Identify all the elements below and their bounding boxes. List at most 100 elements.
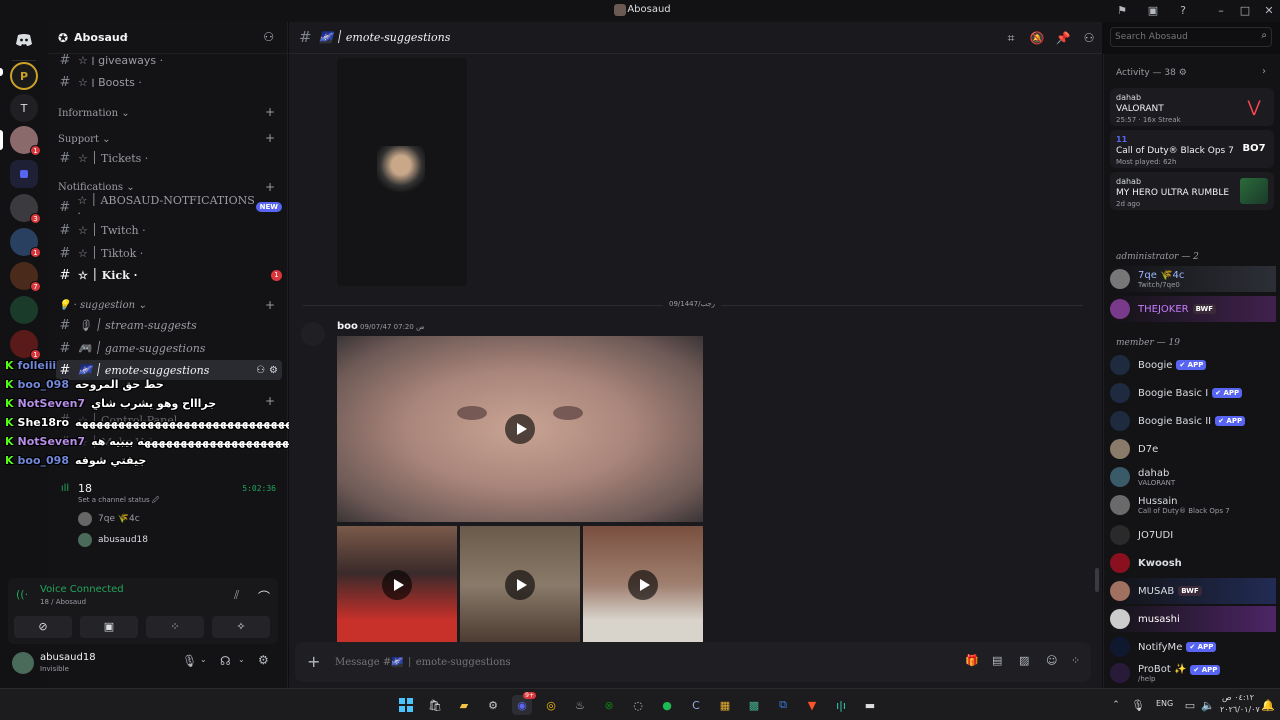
video-attachment[interactable] xyxy=(583,526,703,644)
app-c-icon[interactable]: C xyxy=(686,695,706,715)
category-suggestion[interactable]: 💡 · suggestion ⌄ xyxy=(58,300,147,311)
notifications-icon[interactable]: 🔔 xyxy=(1258,695,1278,715)
channel-tickets[interactable]: # ☆ ׀ Tickets · xyxy=(56,148,282,168)
brave-icon[interactable]: ▼ xyxy=(802,695,822,715)
microphone-icon[interactable]: 🎙 xyxy=(182,654,197,668)
avatar[interactable] xyxy=(301,322,325,346)
channel-kick[interactable]: # ☆ ׀ Kick · 1 xyxy=(56,265,282,285)
category-support[interactable]: Support ⌄ xyxy=(58,134,110,145)
store-icon[interactable]: 🛍 xyxy=(425,695,445,715)
server-8-icon[interactable]: 1 xyxy=(10,330,41,360)
member-item[interactable]: ProBot ✨ ✔ APP/help xyxy=(1110,660,1276,686)
channel-boosts[interactable]: # ☆ ׀ Boosts · xyxy=(56,72,282,92)
start-icon[interactable] xyxy=(396,695,416,715)
member-item[interactable]: MUSAB BWF xyxy=(1110,578,1276,604)
member-item[interactable]: D7e xyxy=(1110,436,1276,462)
member-item[interactable]: 7qe 🌾4c Twitch/7qe0 xyxy=(1110,266,1276,292)
soundboard-button[interactable]: ✧ xyxy=(212,616,270,638)
invite-icon[interactable]: ⚇ xyxy=(263,30,274,44)
search-input[interactable] xyxy=(1115,30,1255,44)
help-icon[interactable]: ? xyxy=(1176,4,1190,18)
chevron-down-icon[interactable]: ⌄ xyxy=(200,655,207,664)
category-information[interactable]: Information ⌄ xyxy=(58,108,130,119)
activities-button[interactable]: ⁘ xyxy=(146,616,204,638)
member-item[interactable]: NotifyMe ✔ APP xyxy=(1110,634,1276,660)
close-icon[interactable]: ✕ xyxy=(1262,4,1276,18)
voice-status[interactable]: Voice Connected xyxy=(40,584,124,595)
message-input[interactable] xyxy=(335,654,935,670)
play-icon[interactable] xyxy=(628,570,658,600)
obs-icon[interactable]: ◌ xyxy=(628,695,648,715)
channel-stream-suggests[interactable]: # 🎙 ׀ stream-suggests xyxy=(56,315,282,335)
screen-share-button[interactable]: ▣ xyxy=(80,616,138,638)
xbox-icon[interactable]: ⊗ xyxy=(599,695,619,715)
clock-time[interactable]: ٠٤:١٢ ص xyxy=(1222,693,1254,702)
member-item[interactable]: Boogie Basic I ✔ APP xyxy=(1110,380,1276,406)
server-4-icon[interactable]: 3 xyxy=(10,194,41,224)
video-attachment[interactable] xyxy=(337,336,703,522)
server-abosaud-icon[interactable]: 1 xyxy=(10,126,41,156)
maximize-icon[interactable]: □ xyxy=(1238,4,1252,18)
app-game-icon[interactable]: ▬ xyxy=(860,695,880,715)
channel-tiktok[interactable]: # ☆ ׀ Tiktok · xyxy=(56,243,282,263)
play-icon[interactable] xyxy=(505,414,535,444)
gear-icon[interactable]: ⚙ xyxy=(258,653,269,667)
server-7-icon[interactable] xyxy=(10,296,38,324)
add-channel-icon[interactable]: + xyxy=(265,298,275,312)
voice-user[interactable]: 7qe 🌾4c xyxy=(78,512,140,526)
server-p-icon[interactable]: P xyxy=(10,62,38,90)
screen-icon[interactable]: ▣ xyxy=(1146,4,1160,18)
file-explorer-icon[interactable]: ▰ xyxy=(454,695,474,715)
noise-suppression-icon[interactable]: ⫽ xyxy=(234,588,239,603)
channel-emote-suggestions[interactable]: # 🌌 ׀ emote-suggestions ⚇ ⚙ xyxy=(56,360,282,380)
video-attachment[interactable] xyxy=(337,526,457,644)
add-channel-icon[interactable]: + xyxy=(265,131,275,145)
chevron-right-icon[interactable]: › xyxy=(1262,66,1266,77)
emoji-icon[interactable]: ☺ xyxy=(1046,654,1057,667)
inbox-icon[interactable]: ⚑ xyxy=(1115,4,1129,18)
discord-taskbar-icon[interactable]: ◉ 9+ xyxy=(512,692,536,715)
microphone-tray-icon[interactable]: 🎙 xyxy=(1128,695,1148,715)
minimize-icon[interactable]: – xyxy=(1214,4,1228,18)
member-item[interactable]: THEJOKER BWF xyxy=(1110,296,1276,322)
member-list-icon[interactable]: ⚇ xyxy=(1081,30,1097,46)
settings-app-icon[interactable]: ⚙ xyxy=(483,695,503,715)
member-item[interactable]: JO7UDI xyxy=(1110,522,1276,548)
play-icon[interactable] xyxy=(382,570,412,600)
add-channel-icon[interactable]: + xyxy=(265,394,275,408)
avatar[interactable] xyxy=(12,652,34,674)
add-channel-icon[interactable]: + xyxy=(265,180,275,194)
volume-icon[interactable]: 🔈 xyxy=(1198,695,1218,715)
camera-off-button[interactable]: ⊘ xyxy=(14,616,72,638)
scrollbar-thumb[interactable] xyxy=(1095,568,1099,592)
gear-icon[interactable]: ⚙ xyxy=(269,365,278,376)
server-t-icon[interactable]: T xyxy=(10,94,38,122)
member-item[interactable]: Kwoosh xyxy=(1110,550,1276,576)
message-author[interactable]: boo xyxy=(337,321,358,332)
chevron-down-icon[interactable]: ⌄ xyxy=(238,655,245,664)
spotify-icon[interactable]: ● xyxy=(657,695,677,715)
voice-sub[interactable]: 18 / Abosaud xyxy=(40,598,86,606)
gift-icon[interactable]: 🎁 xyxy=(965,654,979,667)
app-audio-icon[interactable]: ı|ı xyxy=(831,695,851,715)
channel-twitch[interactable]: # ☆ ׀ Twitch · xyxy=(56,220,282,240)
gif-icon[interactable]: ▤ xyxy=(992,654,1002,667)
sticker-icon[interactable]: ▨ xyxy=(1019,654,1029,667)
add-channel-icon[interactable]: + xyxy=(265,105,275,119)
member-item[interactable]: Boogie Basic II ✔ APP xyxy=(1110,408,1276,434)
channel-game-suggestions[interactable]: # 🎮 ׀ game-suggestions xyxy=(56,338,282,358)
apps-icon[interactable]: ⁘ xyxy=(1071,654,1080,667)
channel-make-voice[interactable]: # ☆ ׀ Make Voice xyxy=(56,432,282,452)
member-item[interactable]: dahab VALORANT xyxy=(1110,464,1276,490)
app-box-icon[interactable]: ▦ xyxy=(715,695,735,715)
clock-date[interactable]: ٢٠٢٦/٠١/٠٧ xyxy=(1220,705,1260,714)
language-indicator[interactable]: ENG xyxy=(1156,699,1173,708)
activity-card[interactable]: dahab MY HERO ULTRA RUMBLE 2d ago xyxy=(1110,172,1274,210)
channel-status[interactable]: Set a channel status 🖉 xyxy=(78,496,159,507)
threads-icon[interactable]: ⌗ xyxy=(1003,30,1019,46)
chevron-up-icon[interactable]: ⌃ xyxy=(1106,695,1126,715)
notification-bell-icon[interactable]: 🔕 xyxy=(1029,30,1045,46)
activity-card[interactable]: dahab VALORANT 25:57 · 16x Streak ⋁ xyxy=(1110,88,1274,126)
invite-icon[interactable]: ⚇ xyxy=(256,365,265,376)
message-image[interactable] xyxy=(337,58,467,286)
